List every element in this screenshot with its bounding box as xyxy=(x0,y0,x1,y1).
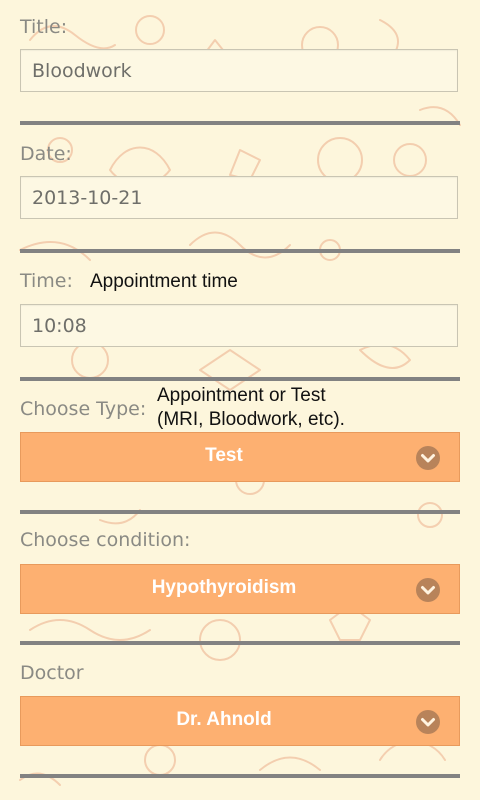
time-value: 10:08 xyxy=(32,315,87,337)
time-field[interactable]: 10:08 xyxy=(20,304,458,347)
chevron-down-icon xyxy=(416,446,440,470)
condition-selected: Hypothyroidism xyxy=(151,577,297,598)
date-field[interactable]: 2013-10-21 xyxy=(20,176,458,219)
type-hint-line1: Appointment or Test xyxy=(157,385,326,406)
divider xyxy=(20,249,460,253)
divider xyxy=(20,641,460,645)
time-hint: Appointment time xyxy=(90,271,238,292)
date-value: 2013-10-21 xyxy=(32,187,143,209)
chevron-down-icon xyxy=(416,578,440,602)
title-value: Bloodwork xyxy=(32,60,132,82)
type-selected: Test xyxy=(205,445,243,466)
condition-dropdown[interactable]: Hypothyroidism xyxy=(20,564,460,614)
doctor-selected: Dr. Ahnold xyxy=(176,709,272,730)
type-hint-line2: (MRI, Bloodwork, etc). xyxy=(157,409,345,430)
divider xyxy=(20,774,460,778)
condition-label: Choose condition: xyxy=(20,529,191,551)
divider xyxy=(20,377,460,381)
divider xyxy=(20,510,460,514)
type-dropdown[interactable]: Test xyxy=(20,432,460,482)
type-label: Choose Type: xyxy=(20,398,147,420)
time-label: Time: xyxy=(20,270,73,292)
doctor-label: Doctor xyxy=(20,662,84,684)
date-label: Date: xyxy=(20,143,72,165)
doctor-dropdown[interactable]: Dr. Ahnold xyxy=(20,696,460,746)
chevron-down-icon xyxy=(416,710,440,734)
title-label: Title: xyxy=(20,16,68,38)
title-field[interactable]: Bloodwork xyxy=(20,49,458,92)
divider xyxy=(20,121,460,125)
